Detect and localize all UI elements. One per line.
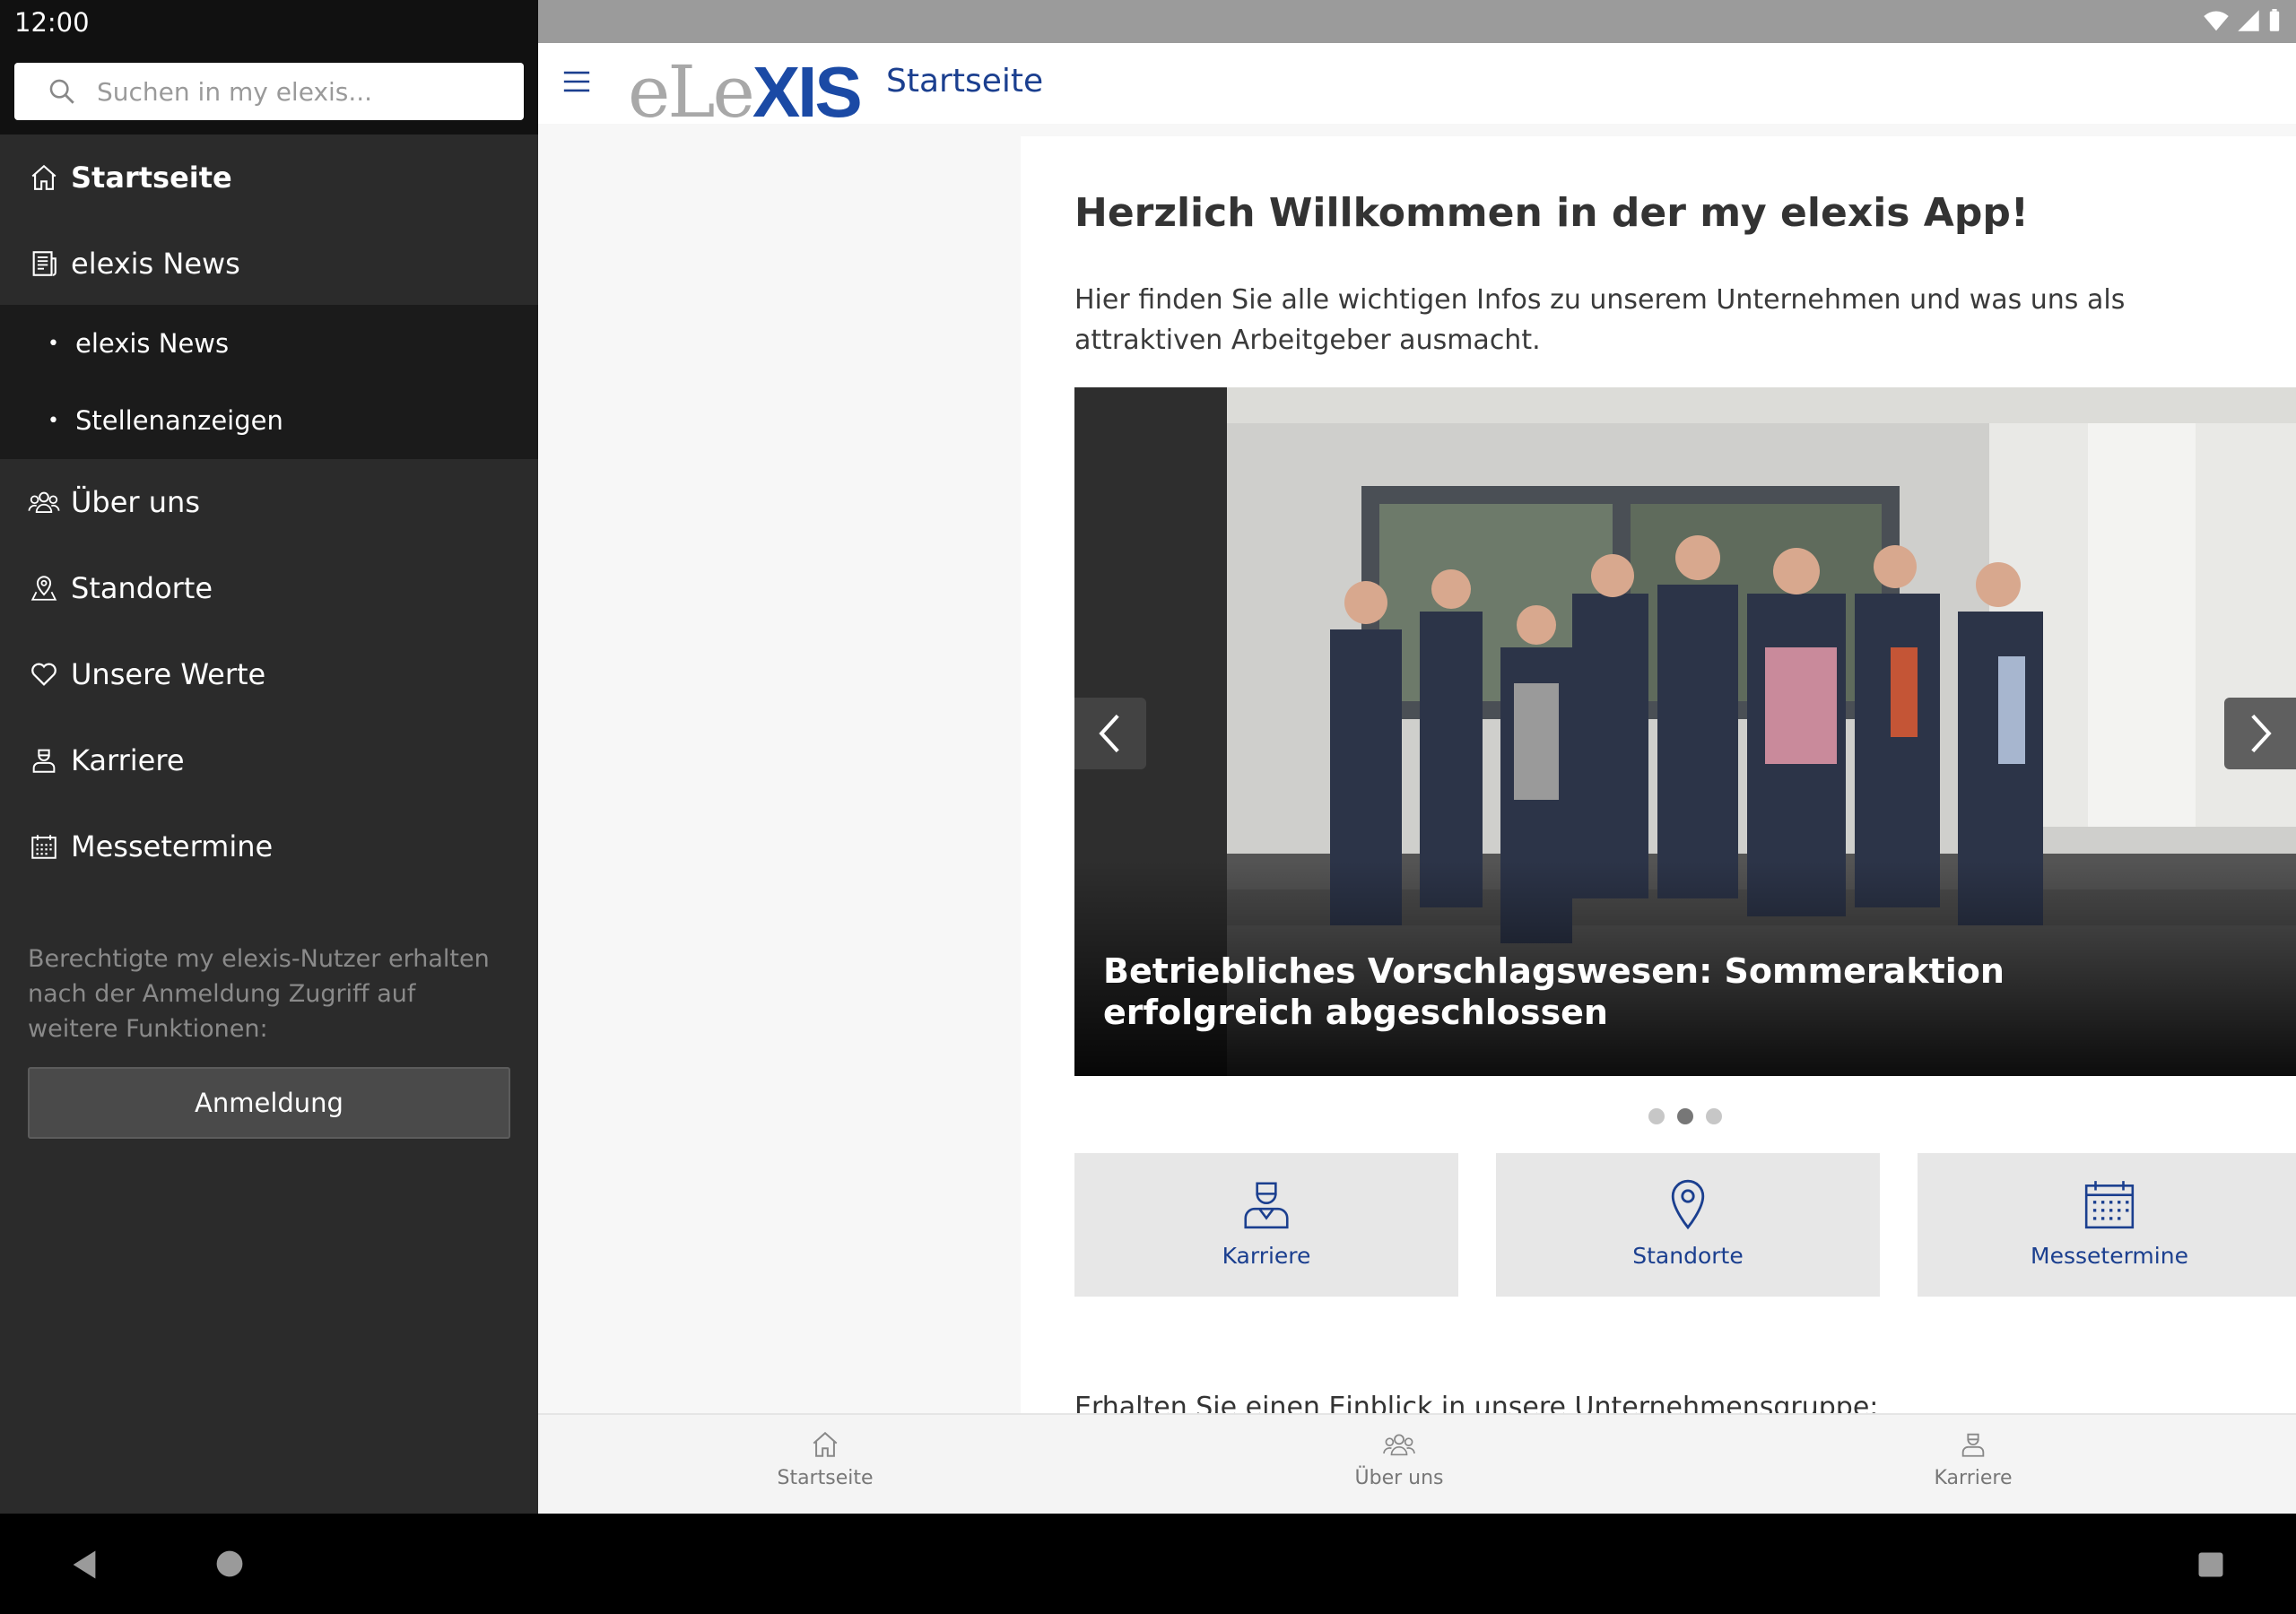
drawer-item-elexis-news[interactable]: elexis News [0,221,538,307]
intro-text: Hier finden Sie alle wichtigen Infos zu … [1074,284,2126,356]
status-time: 12:00 [14,7,90,38]
bottom-nav-label: Karriere [1934,1467,2013,1489]
drawer-submenu: • elexis News • Stellenanzeigen [0,305,538,459]
drawer-item-label: Karriere [71,743,185,777]
drawer-item-label: Unsere Werte [71,657,266,691]
worker-icon [1244,1182,1289,1229]
calendar-icon [2084,1181,2135,1229]
drawer-item-messetermine[interactable]: Messetermine [0,803,538,889]
carousel-dot[interactable] [1706,1108,1722,1124]
drawer-item-ueber-uns[interactable]: Über uns [0,459,538,545]
search-input[interactable]: Suchen in my elexis... [14,63,524,120]
carousel-dot-active[interactable] [1677,1108,1693,1124]
welcome-heading: Herzlich Willkommen in der my elexis App… [1074,190,2029,236]
tile-label: Standorte [1632,1243,1744,1269]
carousel-caption: Betriebliches Vorschlagswesen: Sommerakt… [1103,951,2005,1032]
bottom-nav-karriere[interactable]: Karriere [1839,1429,2108,1489]
system-navigation-bar [0,1514,2296,1614]
worker-icon [1961,1433,1985,1457]
app-bar: eLeXIS Startseite [538,43,2296,134]
drawer-item-standorte[interactable]: Standorte [0,545,538,631]
drawer-subitem-label: elexis News [74,328,230,359]
heart-icon [22,659,65,690]
menu-icon[interactable] [561,68,592,95]
drawer-subitem-elexis-news[interactable]: • elexis News [0,305,538,382]
home-icon [813,1431,838,1457]
tile-messetermine[interactable]: Messetermine [1918,1153,2296,1297]
drawer-item-unsere-werte[interactable]: Unsere Werte [0,631,538,717]
carousel-next-button[interactable] [2224,698,2296,769]
main-area: eLeXIS Startseite Herzlich Willkommen in… [538,0,2296,1514]
drawer-item-label: Startseite [71,161,232,195]
navigation-drawer: 12:00 Suchen in my elexis... Startseite … [0,0,538,1514]
newspaper-icon [22,248,65,279]
home-button-icon[interactable] [215,1549,244,1578]
team-icon [1383,1434,1415,1456]
signal-icon [2238,10,2259,31]
drawer-item-karriere[interactable]: Karriere [0,717,538,803]
wifi-icon [2204,11,2229,31]
map-pin-icon [1671,1179,1705,1230]
worker-icon [22,745,65,776]
search-icon [49,79,74,104]
recents-icon[interactable] [2197,1551,2224,1578]
quick-links: Karriere Standorte Messetermine [1074,1153,2296,1297]
team-icon [22,487,65,517]
tile-karriere[interactable]: Karriere [1074,1153,1458,1297]
content-card: Herzlich Willkommen in der my elexis App… [1021,136,2296,1423]
drawer-subitem-label: Stellenanzeigen [74,405,283,436]
login-button[interactable]: Anmeldung [28,1067,510,1139]
map-pin-icon [22,573,65,603]
carousel-prev-button[interactable] [1074,698,1146,769]
bottom-nav-startseite[interactable]: Startseite [691,1429,960,1489]
bottom-nav-ueber-uns[interactable]: Über uns [1265,1429,1534,1489]
carousel-dot[interactable] [1648,1108,1665,1124]
search-placeholder: Suchen in my elexis... [97,76,373,107]
home-icon [22,162,65,193]
bottom-nav-label: Startseite [777,1467,874,1489]
news-carousel[interactable]: Betriebliches Vorschlagswesen: Sommerakt… [1074,387,2296,1076]
chevron-left-icon [1099,714,1119,753]
tile-label: Karriere [1222,1243,1311,1269]
tile-standorte[interactable]: Standorte [1496,1153,1880,1297]
drawer-item-label: Über uns [71,485,200,519]
tile-label: Messetermine [2031,1243,2188,1269]
drawer-item-startseite[interactable]: Startseite [0,134,538,221]
bottom-nav-label: Über uns [1354,1467,1444,1489]
drawer-item-label: elexis News [71,247,240,281]
status-bar [538,0,2296,43]
drawer-item-label: Standorte [71,571,213,605]
battery-icon [2269,9,2280,31]
back-icon[interactable] [70,1549,99,1580]
elexis-logo: eLeXIS [628,50,863,134]
login-note: Berechtigte my elexis-Nutzer erhalten na… [28,945,490,1043]
carousel-indicator [1021,1108,2296,1124]
drawer-subitem-stellenanzeigen[interactable]: • Stellenanzeigen [0,382,538,459]
bottom-navigation: Startseite Über uns Karriere [538,1413,2296,1514]
page-title: Startseite [886,63,1044,100]
chevron-right-icon [2251,714,2272,753]
calendar-icon [22,831,65,862]
drawer-item-label: Messetermine [71,829,274,863]
